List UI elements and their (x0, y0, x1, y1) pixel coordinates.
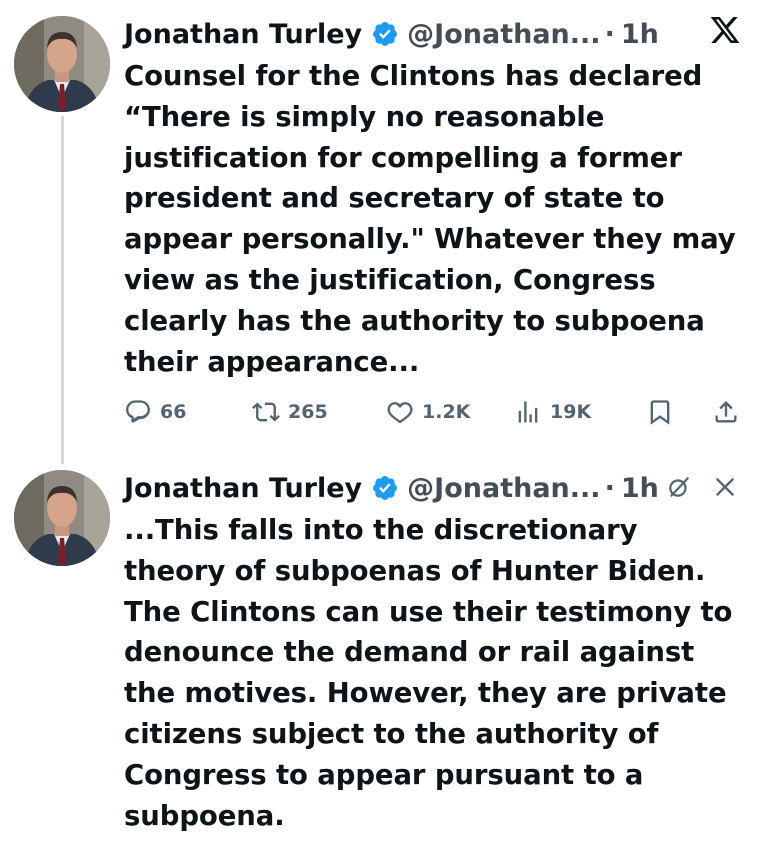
tweet[interactable]: Jonathan Turley @Jonathan... · 1h Counse… (0, 0, 759, 464)
reply-button[interactable]: 66 (124, 392, 186, 432)
tweet-header: Jonathan Turley @Jonathan... · 1h (124, 466, 659, 510)
author-handle[interactable]: @Jonathan... (407, 19, 600, 50)
share-button[interactable] (712, 392, 740, 432)
verified-badge-icon (373, 476, 398, 500)
avatar[interactable] (14, 16, 110, 112)
views-button[interactable]: 19K (514, 392, 591, 432)
heart-icon (387, 402, 413, 424)
author-handle[interactable]: @Jonathan... (407, 473, 600, 504)
tweet-text: Counsel for the Clintons has declared “T… (124, 60, 736, 378)
views-icon (518, 401, 538, 423)
tweet[interactable]: Jonathan Turley @Jonathan... · 1h ...Thi… (0, 460, 759, 843)
avatar[interactable] (14, 470, 110, 566)
avatar-photo (14, 470, 110, 566)
like-button[interactable]: 1.2K (386, 392, 470, 432)
thread-line (61, 116, 64, 464)
separator-dot: · (604, 472, 615, 504)
share-icon (715, 401, 737, 423)
timestamp[interactable]: 1h (621, 473, 659, 504)
author-name[interactable]: Jonathan Turley (124, 473, 362, 504)
views-count: 19K (550, 401, 592, 423)
bookmark-button[interactable] (646, 392, 674, 432)
verified-badge-icon (373, 22, 398, 46)
reply-icon (126, 400, 150, 423)
x-logo-icon (710, 17, 740, 43)
tweet-text: ...This falls into the discretionary the… (124, 514, 733, 832)
tweet-header: Jonathan Turley @Jonathan... · 1h (124, 12, 659, 56)
bookmark-icon (650, 400, 670, 425)
like-count: 1.2K (422, 401, 471, 423)
reply-count: 66 (160, 401, 187, 423)
action-bar: 66 265 1.2K 19K (124, 392, 744, 432)
timestamp[interactable]: 1h (621, 19, 659, 50)
repost-button[interactable]: 265 (252, 392, 328, 432)
repost-count: 265 (288, 401, 328, 423)
author-name[interactable]: Jonathan Turley (124, 19, 362, 50)
close-icon[interactable] (712, 474, 738, 500)
repost-icon (252, 402, 280, 422)
separator-dot: · (604, 18, 615, 50)
grok-icon[interactable] (666, 474, 692, 500)
avatar-photo (14, 16, 110, 112)
